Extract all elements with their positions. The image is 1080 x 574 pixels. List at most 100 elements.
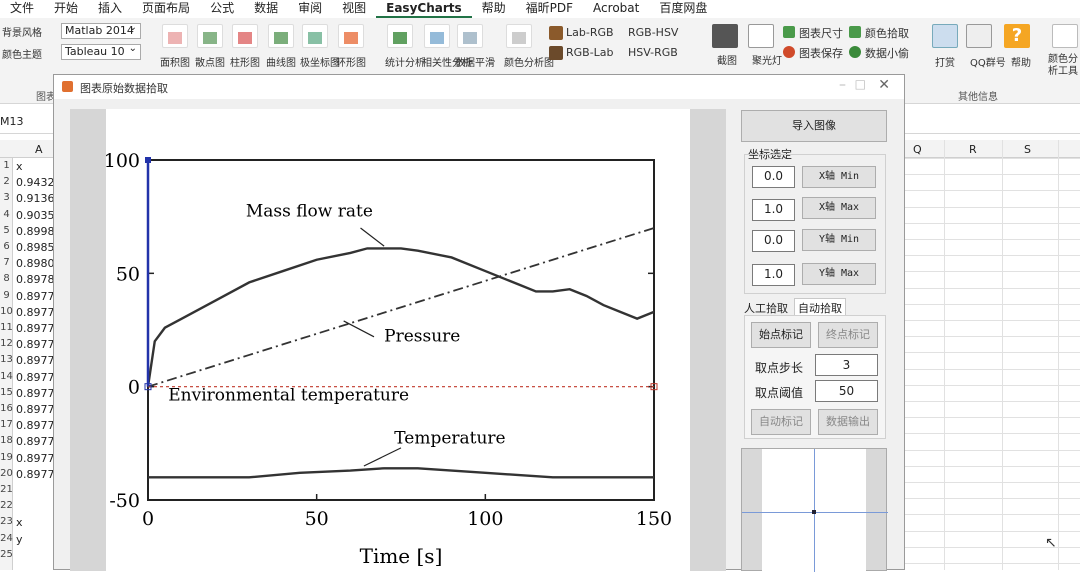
row-number[interactable]: 1: [0, 160, 13, 171]
image-canvas[interactable]: 100 50 0 -50 0 50 100 150 Time [s] Mass flow rate…: [70, 109, 726, 571]
row-number[interactable]: 14: [0, 371, 13, 382]
menu-10[interactable]: 福昕PDF: [516, 0, 583, 18]
row-number[interactable]: 22: [0, 500, 13, 511]
row-number[interactable]: 2: [0, 176, 13, 187]
auto-mark-button[interactable]: 自动标记: [751, 409, 811, 435]
column-s-header[interactable]: S: [1024, 143, 1031, 156]
data-thief-icon: [849, 46, 861, 58]
row-number[interactable]: 5: [0, 225, 13, 236]
x-min-input[interactable]: 0.0: [752, 166, 795, 188]
cell-a[interactable]: 0.8978: [16, 273, 55, 286]
end-mark-button[interactable]: 终点标记: [818, 322, 878, 348]
close-icon[interactable]: ✕: [878, 77, 890, 93]
rgb-lab-button[interactable]: RGB-Lab: [566, 46, 614, 59]
menu-8[interactable]: EasyCharts: [376, 0, 472, 18]
row-number[interactable]: 25: [0, 549, 13, 560]
row-number[interactable]: 8: [0, 273, 13, 284]
chart-type-3-button[interactable]: 曲线图: [266, 54, 296, 69]
grid-line: [905, 303, 1080, 305]
y-min-input[interactable]: 0.0: [752, 230, 795, 252]
y-min-button[interactable]: Y轴 Min: [802, 229, 876, 251]
row-number[interactable]: 19: [0, 452, 13, 463]
start-mark-button[interactable]: 始点标记: [751, 322, 811, 348]
row-number[interactable]: 23: [0, 516, 13, 527]
grid-line: [905, 498, 1080, 500]
reward-button[interactable]: 打赏: [935, 54, 955, 69]
background-style-select[interactable]: Matlab 2014: [61, 21, 141, 39]
row-number[interactable]: 17: [0, 419, 13, 430]
menu-1[interactable]: 开始: [44, 0, 88, 18]
help-button[interactable]: 帮助: [1011, 54, 1031, 69]
chart-save-button[interactable]: 图表保存: [799, 45, 843, 61]
y-max-button[interactable]: Y轴 Max: [802, 263, 876, 285]
x-max-button[interactable]: X轴 Max: [802, 197, 876, 219]
menu-9[interactable]: 帮助: [472, 0, 516, 18]
row-number[interactable]: 13: [0, 354, 13, 365]
x-min-button[interactable]: X轴 Min: [802, 166, 876, 188]
chart-type-4-button[interactable]: 极坐标图: [300, 54, 340, 69]
y-max-input[interactable]: 1.0: [752, 264, 795, 286]
menu-0[interactable]: 文件: [0, 0, 44, 18]
grid-line: [905, 482, 1080, 483]
tab-manual[interactable]: 人工拾取: [744, 300, 788, 316]
menu-4[interactable]: 公式: [200, 0, 244, 18]
lab-rgb-button[interactable]: Lab-RGB: [566, 26, 614, 39]
step-input[interactable]: 3: [815, 354, 878, 376]
row-number[interactable]: 16: [0, 403, 13, 414]
row-number[interactable]: 7: [0, 257, 13, 268]
menu-6[interactable]: 审阅: [288, 0, 332, 18]
spotlight-button[interactable]: 聚光灯: [752, 52, 782, 67]
chart-size-button[interactable]: 图表尺寸: [799, 25, 843, 41]
x-max-input[interactable]: 1.0: [752, 199, 795, 221]
chart-type-5-button[interactable]: 环形图: [336, 54, 366, 69]
hsv-rgb-button[interactable]: HSV-RGB: [628, 46, 678, 59]
row-number[interactable]: 24: [0, 533, 13, 544]
row-number[interactable]: 6: [0, 241, 13, 252]
chart-image[interactable]: 100 50 0 -50 0 50 100 150 Time [s] Mass flow rate…: [104, 109, 690, 571]
color-tool-icon: [1052, 24, 1078, 48]
import-image-button[interactable]: 导入图像: [741, 110, 887, 142]
row-number[interactable]: 4: [0, 209, 13, 220]
data-export-button[interactable]: 数据输出: [818, 409, 878, 435]
column-a-header[interactable]: A: [35, 143, 43, 156]
column-r-header[interactable]: R: [969, 143, 977, 156]
qq-group-button[interactable]: QQ群号: [970, 54, 1006, 69]
grid-line: [905, 384, 1080, 386]
chart-type-6-button[interactable]: 统计分析: [385, 54, 425, 69]
menu-2[interactable]: 插入: [88, 0, 132, 18]
row-number[interactable]: 10: [0, 306, 13, 317]
chart-type-0-button[interactable]: 面积图: [160, 54, 190, 69]
cell-a[interactable]: x: [16, 516, 23, 529]
menu-5[interactable]: 数据: [244, 0, 288, 18]
chart-type-9-button[interactable]: 颜色分析图: [504, 54, 554, 69]
color-tool-button[interactable]: 颜色分析工具: [1048, 54, 1080, 78]
row-number[interactable]: 12: [0, 338, 13, 349]
minimize-icon[interactable]: –: [839, 77, 846, 93]
row-number[interactable]: 20: [0, 468, 13, 479]
rgb-hsv-button[interactable]: RGB-HSV: [628, 26, 678, 39]
menu-11[interactable]: Acrobat: [583, 0, 649, 18]
chart-type-1-button[interactable]: 散点图: [195, 54, 225, 69]
annotation-label: Environmental temperature: [168, 385, 409, 405]
row-number[interactable]: 11: [0, 322, 13, 333]
row-number[interactable]: 9: [0, 290, 13, 301]
row-number[interactable]: 3: [0, 192, 13, 203]
color-picker-button[interactable]: 颜色拾取: [865, 25, 909, 41]
row-number[interactable]: 15: [0, 387, 13, 398]
cell-a[interactable]: y: [16, 533, 23, 546]
cell-a[interactable]: x: [16, 160, 23, 173]
color-theme-select[interactable]: Tableau 10: [61, 42, 141, 60]
maximize-icon[interactable]: □: [855, 77, 866, 91]
threshold-input[interactable]: 50: [815, 380, 878, 402]
name-box[interactable]: M13: [0, 115, 24, 128]
column-q-header[interactable]: Q: [913, 143, 922, 156]
chart-type-8-button[interactable]: 数据平滑: [455, 54, 495, 69]
row-number[interactable]: 21: [0, 484, 13, 495]
screenshot-button[interactable]: 截图: [717, 52, 737, 67]
menu-7[interactable]: 视图: [332, 0, 376, 18]
menu-12[interactable]: 百度网盘: [649, 0, 717, 18]
chart-type-2-button[interactable]: 柱形图: [230, 54, 260, 69]
menu-3[interactable]: 页面布局: [132, 0, 200, 18]
row-number[interactable]: 18: [0, 435, 13, 446]
data-thief-button[interactable]: 数据小偷: [865, 45, 909, 61]
